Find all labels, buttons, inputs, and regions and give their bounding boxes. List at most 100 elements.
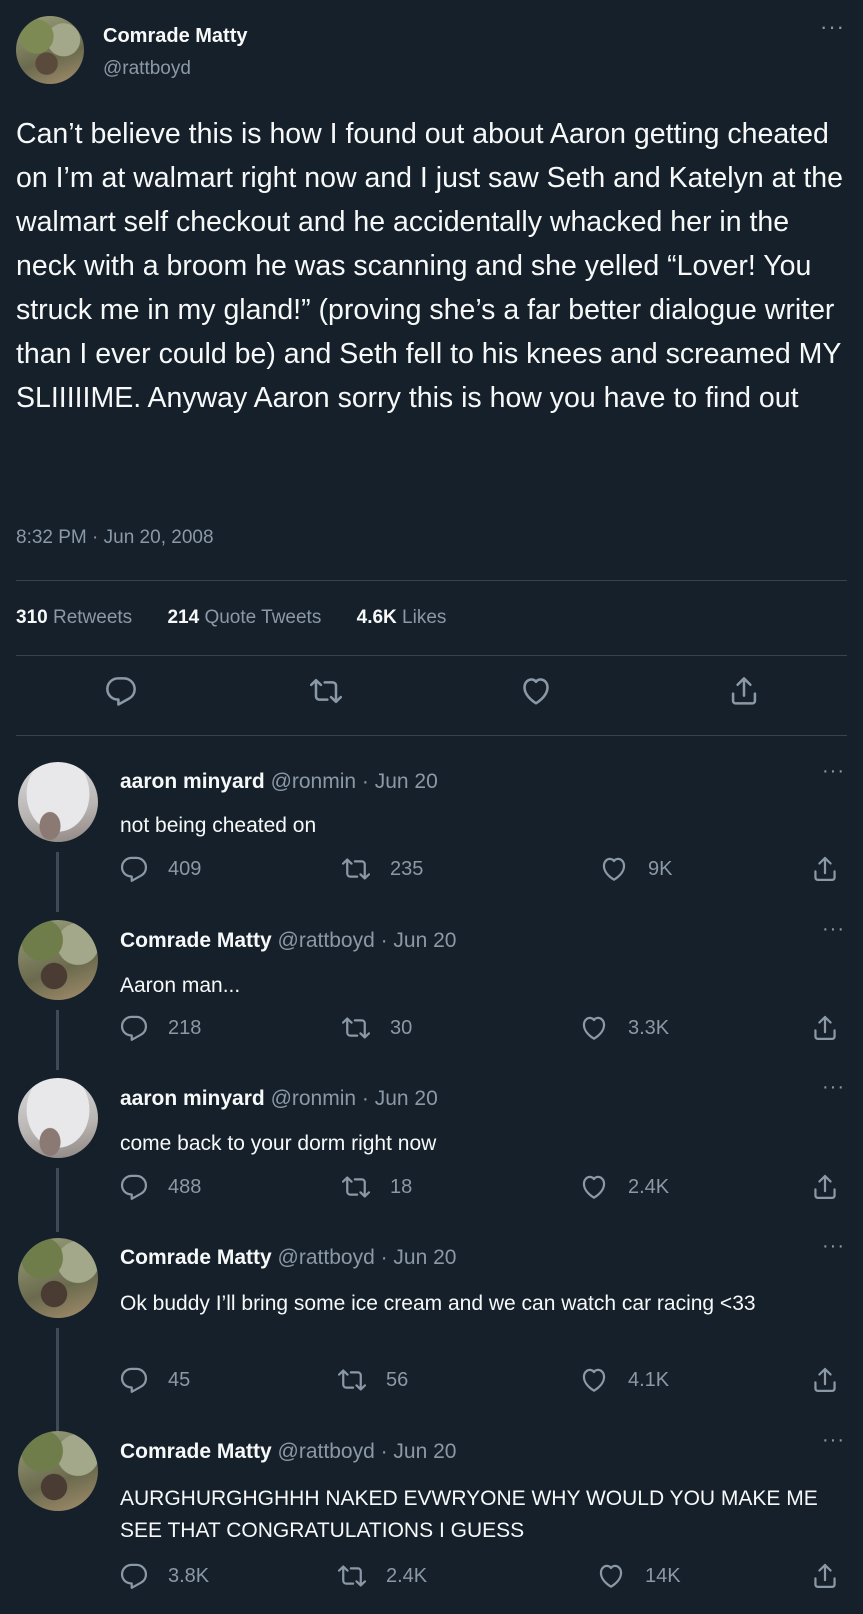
avatar[interactable] <box>18 920 98 1000</box>
reply-meta[interactable]: @ronmin · Jun 20 <box>271 770 438 793</box>
reply-icon[interactable] <box>105 675 137 707</box>
tweet-actions <box>0 675 863 715</box>
retweet-icon[interactable] <box>310 675 342 707</box>
heart-icon <box>580 1173 608 1201</box>
retweet-count: 30 <box>390 1016 413 1039</box>
reply-text: not being cheated on <box>120 814 317 837</box>
reply-text: Aaron man... <box>120 974 241 997</box>
reply-header: aaron minyard @ronmin · Jun 20 <box>120 1087 438 1111</box>
likes-stat[interactable]: 4.6K Likes <box>357 607 447 628</box>
more-icon[interactable]: ··· <box>822 1235 845 1258</box>
reply-icon <box>120 1173 148 1201</box>
avatar[interactable] <box>18 1078 98 1158</box>
like-button[interactable]: 3.3K <box>580 1014 669 1042</box>
reply-header: Comrade Matty @rattboyd · Jun 20 <box>120 1246 456 1270</box>
reply-meta[interactable]: @rattboyd · Jun 20 <box>278 1440 457 1463</box>
more-icon[interactable]: ··· <box>822 918 845 941</box>
retweet-icon <box>342 1173 370 1201</box>
retweet-button[interactable]: 30 <box>342 1014 412 1042</box>
reply-meta[interactable]: @rattboyd · Jun 20 <box>278 1246 457 1269</box>
likes-label: Likes <box>402 607 447 628</box>
retweet-button[interactable]: 2.4K <box>338 1562 427 1590</box>
reply-header: Comrade Matty @rattboyd · Jun 20 <box>120 929 456 953</box>
more-icon[interactable]: ··· <box>822 760 845 783</box>
like-button[interactable]: 9K <box>600 855 672 883</box>
reply-text: AURGHURGHGHHH NAKED EVWRYONE WHY WOULD Y… <box>120 1487 818 1542</box>
reply-meta[interactable]: @ronmin · Jun 20 <box>271 1087 438 1110</box>
author-name[interactable]: Comrade Matty <box>103 25 247 48</box>
retweet-icon <box>342 1014 370 1042</box>
tweet-stats: 310 Retweets 214 Quote Tweets 4.6K Likes <box>16 607 476 629</box>
reply-actions: 45 56 4.1K <box>0 1366 863 1396</box>
author-name[interactable]: Comrade Matty <box>120 929 272 952</box>
heart-icon <box>580 1366 608 1394</box>
retweet-button[interactable]: 56 <box>338 1366 408 1394</box>
reply-button[interactable]: 3.8K <box>120 1562 209 1590</box>
retweet-count: 56 <box>386 1368 409 1391</box>
share-icon <box>811 1366 839 1394</box>
author-name[interactable]: aaron minyard <box>120 770 265 793</box>
retweet-icon <box>338 1562 366 1590</box>
avatar[interactable] <box>16 16 84 84</box>
reply-actions: 488 18 2.4K <box>0 1173 863 1203</box>
like-button[interactable]: 14K <box>597 1562 681 1590</box>
reply-button[interactable]: 488 <box>120 1173 201 1201</box>
share-button[interactable] <box>811 855 859 883</box>
reply-actions: 409 235 9K <box>0 855 863 885</box>
heart-icon[interactable] <box>520 675 552 707</box>
share-icon <box>811 1562 839 1590</box>
author-handle[interactable]: @rattboyd <box>103 58 191 80</box>
retweet-icon <box>338 1366 366 1394</box>
reply-header: aaron minyard @ronmin · Jun 20 <box>120 770 438 794</box>
more-icon[interactable]: ··· <box>822 1076 845 1099</box>
divider <box>16 580 847 581</box>
like-count: 14K <box>645 1564 681 1587</box>
author-name[interactable]: aaron minyard <box>120 1087 265 1110</box>
more-icon[interactable]: ··· <box>820 14 845 40</box>
reply-actions: 218 30 3.3K <box>0 1014 863 1044</box>
reply-count: 409 <box>168 857 202 880</box>
share-button[interactable] <box>811 1562 859 1590</box>
like-button[interactable]: 4.1K <box>580 1366 669 1394</box>
retweet-count: 18 <box>390 1175 413 1198</box>
reply-icon <box>120 855 148 883</box>
avatar[interactable] <box>18 1238 98 1318</box>
share-button[interactable] <box>811 1366 859 1394</box>
tweet-text: Can’t believe this is how I found out ab… <box>16 118 843 414</box>
quotes-stat[interactable]: 214 Quote Tweets <box>167 607 321 628</box>
retweet-icon <box>342 855 370 883</box>
tweet-timestamp[interactable]: 8:32 PM · Jun 20, 2008 <box>16 527 214 549</box>
like-button[interactable]: 2.4K <box>580 1173 669 1201</box>
quotes-count: 214 <box>167 607 200 628</box>
more-icon[interactable]: ··· <box>822 1429 845 1452</box>
reply-button[interactable]: 409 <box>120 855 201 883</box>
share-button[interactable] <box>811 1173 859 1201</box>
avatar[interactable] <box>18 762 98 842</box>
reply-header: Comrade Matty @rattboyd · Jun 20 <box>120 1440 456 1464</box>
reply-icon <box>120 1014 148 1042</box>
reply-button[interactable]: 218 <box>120 1014 201 1042</box>
reply-count: 3.8K <box>168 1564 210 1587</box>
author-name[interactable]: Comrade Matty <box>120 1246 272 1269</box>
author-name[interactable]: Comrade Matty <box>120 1440 272 1463</box>
retweets-stat[interactable]: 310 Retweets <box>16 607 132 628</box>
like-count: 3.3K <box>628 1016 670 1039</box>
reply-meta[interactable]: @rattboyd · Jun 20 <box>278 929 457 952</box>
heart-icon <box>600 855 628 883</box>
retweet-button[interactable]: 235 <box>342 855 423 883</box>
retweet-count: 2.4K <box>386 1564 428 1587</box>
retweet-button[interactable]: 18 <box>342 1173 412 1201</box>
retweet-count: 235 <box>390 857 424 880</box>
like-count: 9K <box>648 857 673 880</box>
share-icon[interactable] <box>728 675 760 707</box>
reply-text: come back to your dorm right now <box>120 1132 437 1155</box>
reply-icon <box>120 1562 148 1590</box>
reply-icon <box>120 1366 148 1394</box>
share-icon <box>811 855 839 883</box>
reply-text: Ok buddy I’ll bring some ice cream and w… <box>120 1292 756 1315</box>
quotes-label: Quote Tweets <box>204 607 322 628</box>
reply-button[interactable]: 45 <box>120 1366 190 1394</box>
share-button[interactable] <box>811 1014 859 1042</box>
divider <box>16 655 847 656</box>
avatar[interactable] <box>18 1431 98 1511</box>
